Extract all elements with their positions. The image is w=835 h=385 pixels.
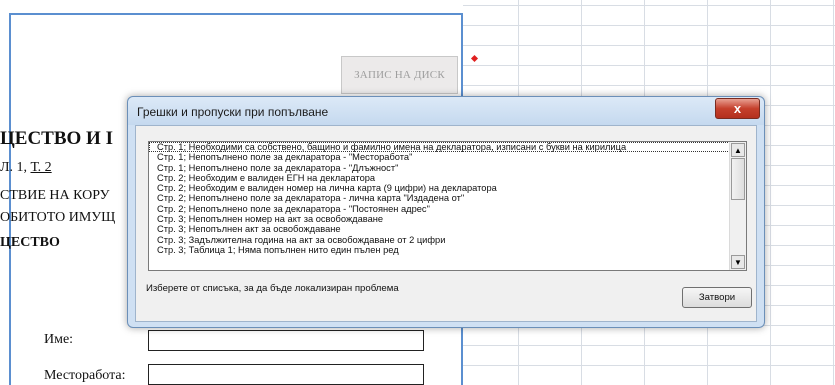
error-list-item[interactable]: Стр. 2; Непопълнено поле за декларатора …	[149, 204, 732, 214]
dialog-body: Стр. 1; Необходими са собствено, бащино …	[135, 125, 757, 322]
scroll-down-button[interactable]: ▼	[731, 255, 745, 269]
scroll-up-button[interactable]: ▲	[731, 143, 745, 157]
error-list-item[interactable]: Стр. 1; Непопълнено поле за декларатора …	[149, 152, 732, 162]
errors-dialog: Грешки и пропуски при попълване x Стр. 1…	[127, 96, 765, 328]
dialog-close-button[interactable]: x	[715, 98, 760, 119]
document-line-4: ЦЕСТВО	[0, 235, 60, 250]
error-list-item[interactable]: Стр. 2; Необходим е валиден ЕГН на декла…	[149, 173, 732, 183]
workplace-input[interactable]	[148, 364, 424, 385]
errors-listbox[interactable]: Стр. 1; Необходими са собствено, бащино …	[148, 141, 747, 271]
document-title: ЦЕСТВО И І	[0, 128, 113, 149]
error-list-item[interactable]: Стр. 3; Задължителна година на акт за ос…	[149, 235, 732, 245]
error-list-item[interactable]: Стр. 3; Непопълнен акт за освобождаване	[149, 224, 732, 234]
document-line-2: СТВИЕ НА КОРУ	[0, 188, 110, 203]
close-icon: x	[733, 101, 742, 116]
dialog-title: Грешки и пропуски при попълване	[137, 105, 329, 119]
document-reference-link[interactable]: Т. 2	[31, 160, 52, 175]
name-label: Име:	[44, 332, 74, 347]
name-input[interactable]	[148, 330, 424, 351]
close-button[interactable]: Затвори	[682, 287, 752, 308]
listbox-scrollbar[interactable]: ▲ ▼	[729, 142, 746, 270]
dialog-titlebar[interactable]: Грешки и пропуски при попълване x	[128, 97, 764, 125]
dialog-hint: Изберете от списъка, за да бъде локализи…	[146, 283, 399, 294]
error-list-item[interactable]: Стр. 3; Таблица 1; Няма попълнен нито ед…	[149, 245, 732, 255]
workplace-label: Месторабота:	[44, 368, 126, 383]
scroll-thumb[interactable]	[731, 158, 745, 200]
page-border-top	[9, 13, 463, 15]
save-to-disk-button[interactable]: ЗАПИС НА ДИСК	[341, 56, 458, 94]
error-list-item[interactable]: Стр. 2; Непопълнено поле за декларатора …	[149, 193, 732, 203]
document-reference-prefix: Л. 1,	[0, 160, 31, 175]
errors-list: Стр. 1; Необходими са собствено, бащино …	[149, 142, 746, 255]
error-list-item[interactable]: Стр. 3; Непопълнен номер на акт за освоб…	[149, 214, 732, 224]
error-list-item[interactable]: Стр. 2; Необходим е валиден номер на лич…	[149, 183, 732, 193]
error-list-item[interactable]: Стр. 1; Необходими са собствено, бащино …	[149, 142, 732, 153]
error-list-item[interactable]: Стр. 1; Непопълнено поле за декларатора …	[149, 163, 732, 173]
document-line-3: ОБИТОТО ИМУЩ	[0, 210, 116, 225]
document-reference: Л. 1, Т. 2	[0, 160, 52, 176]
